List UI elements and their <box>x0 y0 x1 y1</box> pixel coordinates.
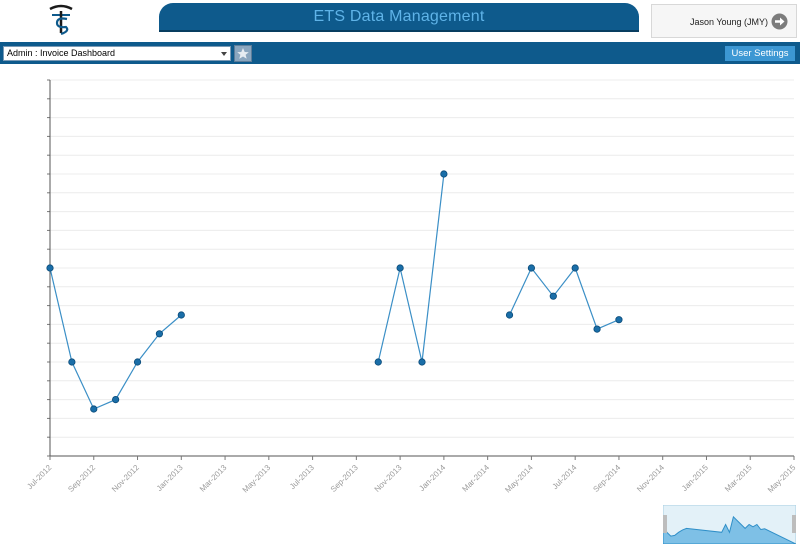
x-tick-label: Sep-2013 <box>329 463 360 494</box>
user-settings-button[interactable]: User Settings <box>725 46 795 61</box>
chevron-down-icon <box>221 52 227 56</box>
data-point[interactable] <box>440 170 448 178</box>
app-header: ETS Data Management Jason Young (JMY) <box>0 0 800 42</box>
app-title: ETS Data Management <box>313 8 485 25</box>
series-line <box>508 266 620 330</box>
data-point[interactable] <box>90 405 98 413</box>
favorite-button[interactable] <box>234 45 252 62</box>
data-point[interactable] <box>549 292 557 300</box>
chart-series <box>46 170 623 413</box>
app-title-tab: ETS Data Management <box>159 3 639 30</box>
x-tick-label: Nov-2013 <box>373 463 404 494</box>
arrow-right-circle-icon[interactable] <box>771 13 788 30</box>
user-name: Jason Young (JMY) <box>690 17 769 27</box>
data-point[interactable] <box>133 358 142 366</box>
data-point[interactable] <box>68 358 76 366</box>
data-point[interactable] <box>46 264 54 272</box>
data-point[interactable] <box>418 358 426 366</box>
data-point[interactable] <box>177 311 185 319</box>
chart-axes <box>47 79 795 460</box>
x-tick-label: Mar-2015 <box>723 463 754 494</box>
chart-grid <box>50 79 794 457</box>
x-tick-label: Mar-2013 <box>198 463 229 494</box>
x-tick-label: Jul-2013 <box>288 463 316 491</box>
x-tick-label: Jan-2013 <box>155 463 185 493</box>
data-point[interactable] <box>571 264 579 272</box>
data-point[interactable] <box>593 325 601 333</box>
invoice-line-chart: Jul-2012 Sep-2012 Nov-2012 Jan-2013 Mar-2013… <box>25 79 798 495</box>
dashboard-select[interactable]: Admin : Invoice Dashboard <box>3 46 231 61</box>
x-tick-label: Jul-2014 <box>551 463 579 491</box>
x-tick-label: May-2015 <box>766 463 798 495</box>
chart-range-navigator[interactable] <box>663 505 796 544</box>
x-tick-label: May-2013 <box>241 463 273 495</box>
series-line <box>49 267 182 410</box>
x-tick-label: Nov-2014 <box>635 463 666 494</box>
x-tick-label: Jul-2012 <box>25 463 53 491</box>
data-point[interactable] <box>155 330 164 338</box>
x-tick-label: Jan-2015 <box>680 463 710 493</box>
x-tick-label: Sep-2012 <box>66 463 97 494</box>
dashboard-select-value: Admin : Invoice Dashboard <box>7 48 116 58</box>
x-tick-label: Jan-2014 <box>417 463 447 493</box>
data-point[interactable] <box>527 264 536 272</box>
data-point[interactable] <box>615 316 623 324</box>
navigator-left-handle[interactable] <box>663 515 667 533</box>
x-axis-tick-labels: Jul-2012 Sep-2012 Nov-2012 Jan-2013 Mar-2013… <box>25 463 797 495</box>
data-point[interactable] <box>396 264 404 272</box>
data-point[interactable] <box>505 311 514 319</box>
data-point[interactable] <box>112 395 120 404</box>
x-tick-label: Nov-2012 <box>110 463 141 494</box>
navigator-right-handle[interactable] <box>792 515 796 533</box>
x-tick-label: Mar-2014 <box>460 463 491 494</box>
ets-logo-icon[interactable] <box>44 3 78 37</box>
x-tick-label: May-2014 <box>503 463 535 495</box>
x-tick-label: Sep-2014 <box>591 463 622 494</box>
toolbar: Admin : Invoice Dashboard User Settings <box>0 42 800 64</box>
user-panel: Jason Young (JMY) <box>651 4 797 38</box>
star-icon <box>237 48 249 59</box>
data-point[interactable] <box>374 358 382 366</box>
